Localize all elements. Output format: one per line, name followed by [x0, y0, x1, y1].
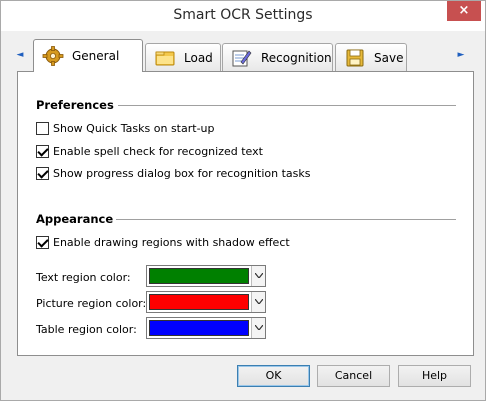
progress-dialog-label: Show progress dialog box for recognition…: [53, 167, 311, 180]
tab-strip: ◄ General Load Recognition Save ►: [1, 31, 485, 72]
shadow-effect-label: Enable drawing regions with shadow effec…: [53, 236, 290, 249]
preferences-heading: Preferences: [36, 98, 114, 112]
text-region-dropdown-button[interactable]: [251, 266, 265, 286]
chevron-down-icon: [255, 299, 263, 304]
tab-scroll-right-arrow-icon[interactable]: ►: [456, 49, 466, 61]
text-region-color-picker[interactable]: [146, 265, 266, 287]
tab-recognition[interactable]: Recognition: [222, 43, 333, 71]
text-region-color-label: Text region color:: [36, 271, 131, 284]
spell-check-checkbox-row[interactable]: Enable spell check for recognized text: [36, 145, 263, 158]
tab-load[interactable]: Load: [145, 43, 221, 71]
ok-button[interactable]: OK: [237, 365, 310, 387]
settings-window: Smart OCR Settings × ◄ General Load Reco…: [0, 0, 486, 401]
spell-check-checkbox[interactable]: [36, 145, 49, 158]
close-button[interactable]: ×: [447, 1, 481, 21]
folder-icon: [155, 51, 175, 65]
progress-dialog-checkbox[interactable]: [36, 167, 49, 180]
recognition-icon: [232, 50, 252, 66]
table-region-dropdown-button[interactable]: [251, 318, 265, 338]
help-button[interactable]: Help: [398, 365, 471, 387]
tab-save-label: Save: [374, 50, 404, 65]
quick-tasks-label: Show Quick Tasks on start-up: [53, 122, 215, 135]
progress-dialog-checkbox-row[interactable]: Show progress dialog box for recognition…: [36, 167, 311, 180]
shadow-effect-checkbox-row[interactable]: Enable drawing regions with shadow effec…: [36, 236, 290, 249]
spell-check-label: Enable spell check for recognized text: [53, 145, 263, 158]
shadow-effect-checkbox[interactable]: [36, 236, 49, 249]
table-region-color-swatch: [149, 320, 249, 336]
quick-tasks-checkbox-row[interactable]: Show Quick Tasks on start-up: [36, 122, 215, 135]
title-bar: Smart OCR Settings ×: [1, 1, 485, 31]
appearance-divider: [116, 219, 456, 220]
picture-region-color-label: Picture region color:: [36, 297, 147, 310]
close-icon: ×: [458, 3, 470, 18]
chevron-down-icon: [255, 325, 263, 330]
floppy-icon: [346, 49, 364, 66]
cancel-button[interactable]: Cancel: [317, 365, 390, 387]
tab-scroll-left-arrow-icon[interactable]: ◄: [15, 49, 25, 61]
picture-region-color-swatch: [149, 294, 249, 310]
table-region-color-label: Table region color:: [36, 323, 137, 336]
chevron-down-icon: [255, 273, 263, 278]
quick-tasks-checkbox[interactable]: [36, 122, 49, 135]
tab-general[interactable]: General: [33, 39, 143, 72]
window-title: Smart OCR Settings: [173, 7, 313, 23]
text-region-color-swatch: [149, 268, 249, 284]
tab-recognition-label: Recognition: [261, 50, 332, 65]
tab-load-label: Load: [184, 50, 213, 65]
general-tab-panel: Preferences Show Quick Tasks on start-up…: [17, 71, 474, 356]
appearance-heading: Appearance: [36, 212, 114, 226]
gear-icon: [42, 46, 64, 66]
picture-region-dropdown-button[interactable]: [251, 292, 265, 312]
table-region-color-picker[interactable]: [146, 317, 266, 339]
preferences-divider: [118, 105, 456, 106]
tab-save[interactable]: Save: [335, 43, 407, 71]
tab-general-label: General: [72, 49, 120, 63]
picture-region-color-picker[interactable]: [146, 291, 266, 313]
